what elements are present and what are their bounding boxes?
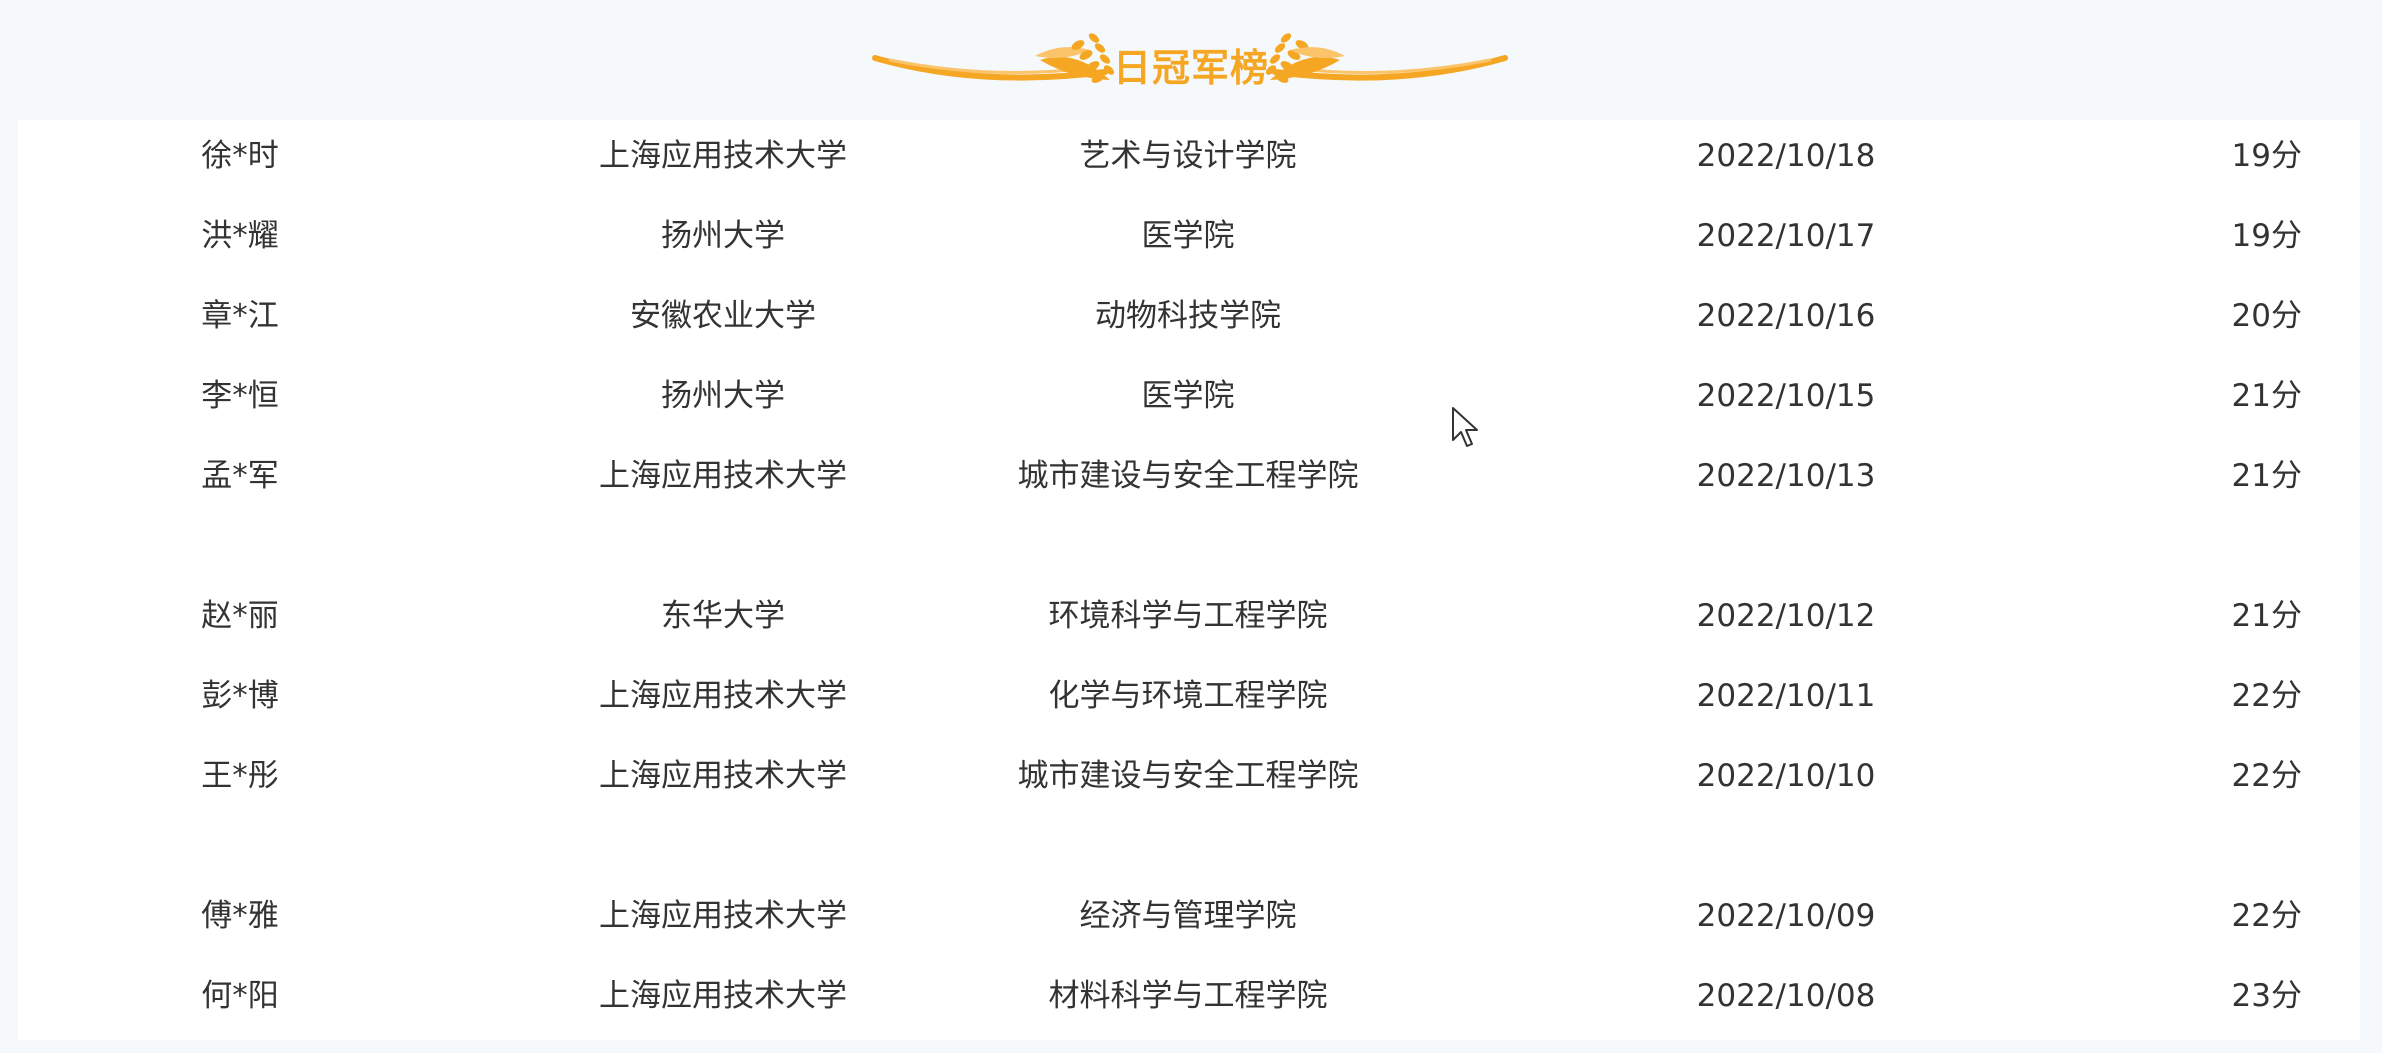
leaderboard-header: 日冠军榜: [0, 0, 2382, 120]
score-cell: 22分: [2231, 898, 2302, 934]
school-cell: 扬州大学: [661, 378, 785, 414]
date-cell: 2022/10/16: [1696, 298, 1876, 334]
college-cell: 经济与管理学院: [1079, 898, 1297, 934]
player-name-cell: 何*阳: [201, 978, 279, 1014]
date-cell: 2022/10/18: [1696, 138, 1876, 174]
college-cell: 医学院: [1141, 378, 1235, 414]
date-cell: 2022/10/09: [1696, 898, 1876, 934]
school-cell: 扬州大学: [661, 218, 785, 254]
player-name-cell: 王*彤: [201, 758, 279, 794]
date-cell: 2022/10/08: [1696, 978, 1876, 1014]
school-cell: 上海应用技术大学: [599, 678, 847, 714]
player-name-cell: 章*江: [201, 298, 279, 334]
player-name-cell: 徐*时: [201, 138, 279, 174]
score-cell: 23分: [2231, 978, 2302, 1014]
score-cell: 20分: [2231, 298, 2302, 334]
date-cell: 2022/10/13: [1696, 458, 1876, 494]
college-cell: 动物科技学院: [1095, 298, 1281, 334]
player-name-cell: 洪*耀: [201, 218, 279, 254]
college-cell: 城市建设与安全工程学院: [1017, 758, 1359, 794]
player-name-cell: 傅*雅: [201, 898, 279, 934]
college-cell: 艺术与设计学院: [1079, 138, 1297, 174]
college-cell: 材料科学与工程学院: [1048, 978, 1328, 1014]
date-cell: 2022/10/12: [1696, 598, 1876, 634]
ranking-table: 徐*时 上海应用技术大学 艺术与设计学院 2022/10/18 19分 洪*耀 扬州大学 医学…: [18, 120, 2360, 1040]
date-cell: 2022/10/11: [1696, 678, 1876, 714]
score-cell: 22分: [2231, 758, 2302, 794]
school-cell: 上海应用技术大学: [599, 898, 847, 934]
school-cell: 安徽农业大学: [630, 298, 816, 334]
school-cell: 上海应用技术大学: [599, 458, 847, 494]
date-cell: 2022/10/17: [1696, 218, 1876, 254]
score-cell: 21分: [2231, 378, 2302, 414]
school-cell: 东华大学: [661, 598, 785, 634]
school-cell: 上海应用技术大学: [599, 138, 847, 174]
player-name-cell: 赵*丽: [201, 598, 279, 634]
school-cell: 上海应用技术大学: [599, 978, 847, 1014]
college-cell: 环境科学与工程学院: [1048, 598, 1328, 634]
college-cell: 化学与环境工程学院: [1048, 678, 1328, 714]
score-cell: 22分: [2231, 678, 2302, 714]
score-cell: 19分: [2231, 138, 2302, 174]
leaderboard-title: 日冠军榜: [1112, 46, 1269, 90]
score-cell: 21分: [2231, 458, 2302, 494]
score-cell: 19分: [2231, 218, 2302, 254]
player-name-cell: 李*恒: [201, 378, 279, 414]
date-cell: 2022/10/15: [1696, 378, 1876, 414]
college-cell: 医学院: [1141, 218, 1235, 254]
score-cell: 21分: [2231, 598, 2302, 634]
player-name-cell: 彭*博: [201, 678, 279, 714]
school-cell: 上海应用技术大学: [599, 758, 847, 794]
college-cell: 城市建设与安全工程学院: [1017, 458, 1359, 494]
date-cell: 2022/10/10: [1696, 758, 1876, 794]
player-name-cell: 孟*军: [201, 458, 279, 494]
mouse-cursor-icon: [1452, 407, 1478, 447]
